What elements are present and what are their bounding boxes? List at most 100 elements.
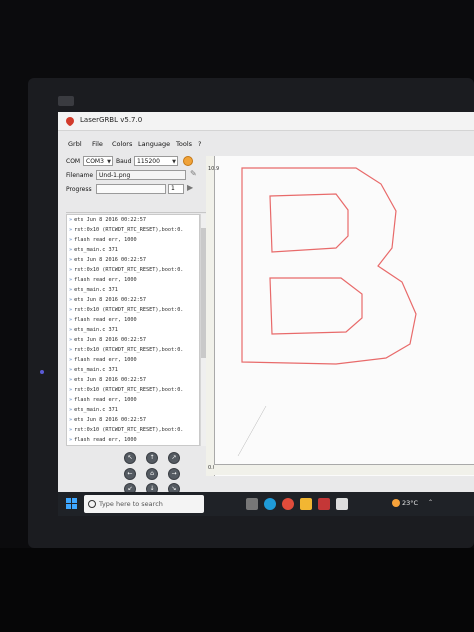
tray-chevron-icon[interactable]: ⌃ [428, 499, 433, 506]
console-log-text: flash read err, 1000 [74, 277, 137, 283]
chevron-down-icon: ▼ [172, 159, 176, 165]
monitor-led [40, 370, 44, 374]
console-log-line: » rst:0x10 (RTCWDT_RTC_RESET),boot:0. [67, 305, 199, 315]
console-log-text: ets_main.c 371 [74, 327, 118, 333]
console-log-text: flash read err, 1000 [74, 317, 137, 323]
copies-stepper[interactable]: 1 [168, 184, 184, 194]
log-bullet-icon: » [69, 427, 73, 433]
console-log-text: ets Jun 8 2016 00:22:57 [74, 337, 146, 343]
console-log-line: » rst:0x10 (RTCWDT_RTC_RESET),boot:0. [67, 225, 199, 235]
run-icon[interactable]: ▶ [187, 183, 193, 192]
chevron-down-icon: ▼ [107, 159, 111, 165]
jog-up-button[interactable]: ↑ [146, 452, 158, 464]
monitor-logo [58, 96, 74, 106]
console-log-text: ets Jun 8 2016 00:22:57 [74, 377, 146, 383]
filename-value: Und-1.png [99, 172, 131, 179]
search-placeholder: Type here to search [99, 500, 163, 508]
search-icon [88, 500, 96, 508]
task-view-icon[interactable] [246, 498, 258, 510]
jog-left-button[interactable]: ← [124, 468, 136, 480]
notepad-icon[interactable] [336, 498, 348, 510]
log-bullet-icon: » [69, 227, 73, 233]
window-title: LaserGRBL v5.7.0 [80, 116, 143, 124]
console-log-line: » flash read err, 1000 [67, 275, 199, 285]
console-log-line: » flash read err, 1000 [67, 355, 199, 365]
console-log-text: flash read err, 1000 [74, 397, 137, 403]
log-bullet-icon: » [69, 437, 73, 443]
com-port-select[interactable]: COM3 ▼ [83, 156, 113, 166]
log-bullet-icon: » [69, 417, 73, 423]
jog-home-button[interactable]: ⌂ [146, 468, 158, 480]
filename-field[interactable]: Und-1.png [96, 170, 186, 180]
jog-up-left-button[interactable]: ↖ [124, 452, 136, 464]
menu-help[interactable]: ? [198, 140, 201, 148]
console-log-line: » rst:0x10 (RTCWDT_RTC_RESET),boot:0. [67, 345, 199, 355]
console-log-text: ets_main.c 371 [74, 247, 118, 253]
desk-area [0, 548, 474, 632]
console-log-line: » rst:0x10 (RTCWDT_RTC_RESET),boot:0. [67, 385, 199, 395]
log-bullet-icon: » [69, 337, 73, 343]
filename-label: Filename [66, 172, 94, 179]
console-log-text: ets Jun 8 2016 00:22:57 [74, 297, 146, 303]
com-port-value: COM3 [86, 158, 104, 165]
log-bullet-icon: » [69, 247, 73, 253]
menu-file[interactable]: File [92, 140, 103, 148]
screen: LaserGRBL v5.7.0 Grbl File Colors Langua… [58, 112, 474, 516]
log-bullet-icon: » [69, 327, 73, 333]
menu-tools[interactable]: Tools [176, 140, 192, 148]
progress-bar [96, 184, 166, 194]
laser-app-icon [64, 115, 76, 127]
chrome-icon[interactable] [282, 498, 294, 510]
console-log-text: rst:0x10 (RTCWDT_RTC_RESET),boot:0. [74, 427, 184, 433]
edge-icon[interactable] [264, 498, 276, 510]
console-log-line: » ets_main.c 371 [67, 405, 199, 415]
horizontal-ruler [214, 464, 474, 475]
log-bullet-icon: » [69, 257, 73, 263]
baud-label: Baud [116, 158, 132, 165]
console-log-line: » ets Jun 8 2016 00:22:57 [67, 335, 199, 345]
baud-rate-select[interactable]: 115200 ▼ [134, 156, 178, 166]
console-log-text: rst:0x10 (RTCWDT_RTC_RESET),boot:0. [74, 307, 184, 313]
taskbar: Type here to search 23°C ⌃ [58, 492, 474, 516]
menu-language[interactable]: Language [138, 140, 170, 148]
console-log-line: » flash read err, 1000 [67, 395, 199, 405]
console-log-text: flash read err, 1000 [74, 357, 137, 363]
weather-icon[interactable] [392, 499, 400, 507]
taskbar-search-input[interactable]: Type here to search [84, 495, 204, 513]
preview-canvas[interactable] [206, 156, 474, 476]
open-file-icon[interactable]: ✎ [190, 169, 197, 178]
console-log-line: » ets_main.c 371 [67, 325, 199, 335]
console-log-line: » ets Jun 8 2016 00:22:57 [67, 255, 199, 265]
log-bullet-icon: » [69, 307, 73, 313]
jog-right-button[interactable]: → [168, 468, 180, 480]
console-log-line: » ets Jun 8 2016 00:22:57 [67, 415, 199, 425]
y-axis-max-label: 10.9 [208, 166, 220, 172]
laser-app-taskbar-icon[interactable] [318, 498, 330, 510]
log-bullet-icon: » [69, 367, 73, 373]
log-bullet-icon: » [69, 267, 73, 273]
console-log-text: rst:0x10 (RTCWDT_RTC_RESET),boot:0. [74, 347, 184, 353]
console-log-text: ets Jun 8 2016 00:22:57 [74, 257, 146, 263]
log-bullet-icon: » [69, 347, 73, 353]
console-log-line: » flash read err, 1000 [67, 435, 199, 445]
log-bullet-icon: » [69, 217, 73, 223]
console-log-line: » flash read err, 1000 [67, 235, 199, 245]
letter-b-outline [241, 167, 417, 365]
menu-colors[interactable]: Colors [112, 140, 132, 148]
console-log[interactable]: » ets Jun 8 2016 00:22:57» rst:0x10 (RTCWD… [66, 214, 200, 446]
connect-button[interactable] [183, 156, 193, 166]
console-log-text: ets Jun 8 2016 00:22:57 [74, 417, 146, 423]
log-bullet-icon: » [69, 357, 73, 363]
baud-rate-value: 115200 [137, 158, 160, 165]
console-log-line: » ets Jun 8 2016 00:22:57 [67, 295, 199, 305]
file-explorer-icon[interactable] [300, 498, 312, 510]
control-panel: COM COM3 ▼ Baud 115200 ▼ Filename Und-1.… [66, 156, 207, 516]
console-log-text: ets_main.c 371 [74, 367, 118, 373]
console-log-line: » rst:0x10 (RTCWDT_RTC_RESET),boot:0. [67, 425, 199, 435]
jog-up-right-button[interactable]: ↗ [168, 452, 180, 464]
menu-grbl[interactable]: Grbl [68, 140, 82, 148]
glare-mark [237, 405, 267, 457]
windows-start-icon[interactable] [66, 498, 77, 509]
preview-drawing [212, 167, 417, 457]
com-label: COM [66, 158, 81, 165]
